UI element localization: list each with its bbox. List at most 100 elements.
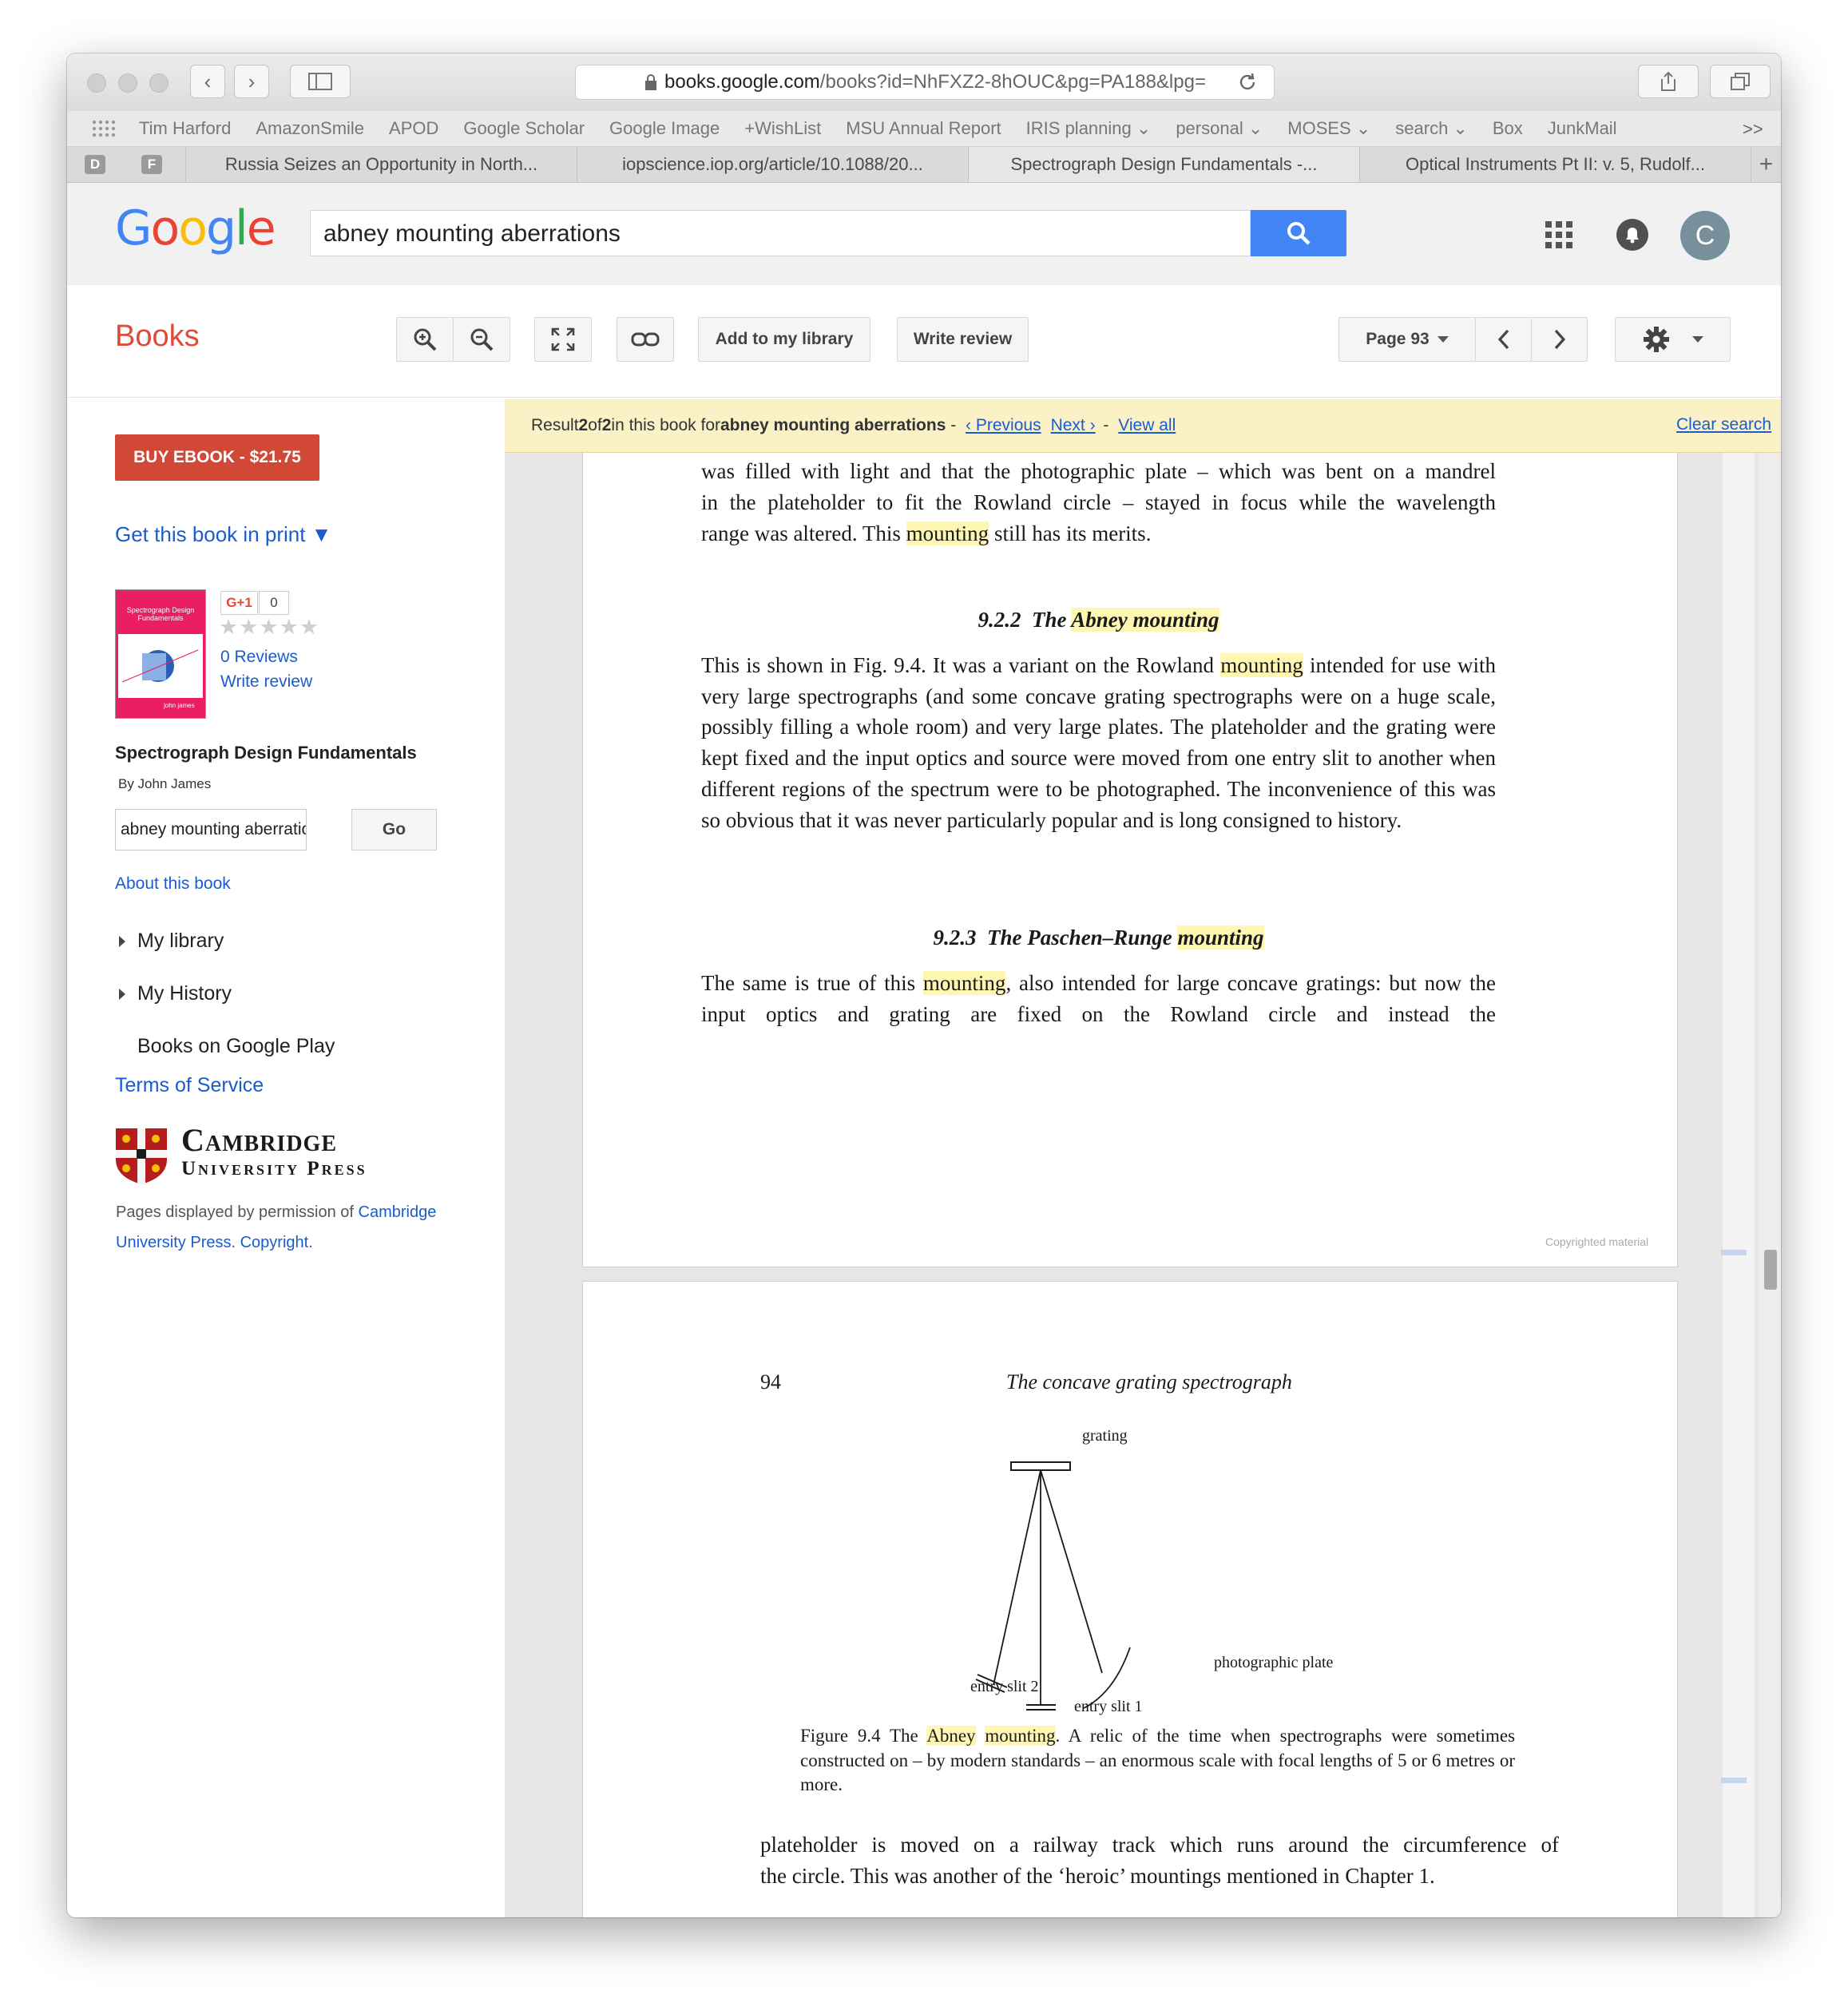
forward-button[interactable]: › <box>234 65 269 98</box>
close-window-button[interactable] <box>87 73 106 93</box>
bookmark-item[interactable]: +WishList <box>744 118 821 139</box>
previous-page-button[interactable] <box>1475 317 1532 362</box>
bookmarks-overflow-button[interactable]: >> <box>1743 119 1763 140</box>
fullscreen-button[interactable] <box>534 317 592 362</box>
tab-spectrograph[interactable]: Spectrograph Design Fundamentals -... <box>968 147 1359 182</box>
label-photographic-plate: photographic plate <box>1214 1654 1334 1671</box>
next-page-button[interactable] <box>1531 317 1588 362</box>
section-heading-9-2-3: 9.2.3 The Paschen–Runge mounting <box>701 926 1496 950</box>
university-press-wordmark: University Press <box>181 1158 367 1179</box>
new-tab-button[interactable]: + <box>1751 147 1781 182</box>
sidebar-toggle-button[interactable] <box>290 65 351 98</box>
lock-icon <box>645 74 656 90</box>
apps-grid-icon[interactable] <box>91 119 115 138</box>
bookmark-item[interactable]: Tim Harford <box>139 118 231 139</box>
terms-of-service-link[interactable]: Terms of Service <box>115 1074 264 1097</box>
books-title[interactable]: Books <box>115 319 200 354</box>
tab-overview-button[interactable] <box>1710 65 1771 98</box>
my-library-item[interactable]: My library <box>118 930 224 953</box>
text-run: range was altered. This <box>701 521 906 545</box>
page-text-line: was filled with light and that the photo… <box>701 459 1496 483</box>
google-header: Google abney mounting aberrations C <box>67 183 1781 285</box>
search-highlight: Abney mounting <box>1071 608 1219 632</box>
caret-right-icon <box>119 988 125 1000</box>
book-viewer[interactable]: was filled with light and that the photo… <box>505 399 1781 1917</box>
google-logo[interactable]: Google <box>115 200 276 256</box>
heading-text: The Paschen–Runge <box>986 926 1178 949</box>
my-history-item[interactable]: My History <box>118 982 232 1005</box>
zoom-out-button[interactable] <box>453 317 510 362</box>
next-result-link[interactable]: Next › <box>1051 416 1096 435</box>
logo-letter: e <box>246 200 276 256</box>
share-button[interactable] <box>1638 65 1699 98</box>
book-search-input[interactable]: abney mounting aberrations <box>115 809 307 850</box>
result-of: of <box>588 416 602 434</box>
search-highlight: mounting <box>906 521 989 545</box>
search-button[interactable] <box>1251 210 1346 256</box>
bookmark-item[interactable]: IRIS planning ⌄ <box>1026 118 1152 139</box>
my-history-label: My History <box>137 982 232 1005</box>
page-marker <box>1721 1250 1747 1255</box>
notifications-icon[interactable] <box>1616 219 1648 251</box>
zoom-in-button[interactable] <box>396 317 454 362</box>
minimize-window-button[interactable] <box>118 73 137 93</box>
scrollbar-track[interactable] <box>1759 399 1781 1917</box>
about-this-book-link[interactable]: About this book <box>115 874 231 894</box>
logo-letter: o <box>150 200 180 256</box>
pinned-tab[interactable]: D <box>85 155 105 174</box>
add-to-library-button[interactable]: Add to my library <box>698 317 870 362</box>
label-entry-slit-1: entry slit 1 <box>1074 1698 1143 1715</box>
search-highlight: mounting <box>922 971 1006 995</box>
search-input[interactable]: abney mounting aberrations <box>310 210 1251 256</box>
address-bar[interactable]: books.google.com/books?id=NhFXZ2-8hOUC&p… <box>575 65 1275 100</box>
link-button[interactable] <box>617 317 674 362</box>
search-result-bar: Result 2 of 2 in this book for abney mou… <box>505 399 1781 453</box>
chevron-left-icon: ‹ <box>204 69 212 93</box>
rating-stars[interactable]: ★★★★★ <box>219 615 319 640</box>
get-book-in-print-link[interactable]: Get this book in print ▼ <box>115 522 331 547</box>
bookmark-item[interactable]: Google Scholar <box>463 118 585 139</box>
logo-letter: o <box>178 200 208 256</box>
bookmark-item[interactable]: AmazonSmile <box>256 118 364 139</box>
tab-russia[interactable]: Russia Seizes an Opportunity in North... <box>185 147 577 182</box>
tab-iopscience[interactable]: iopscience.iop.org/article/10.1088/20... <box>577 147 968 182</box>
reload-icon[interactable] <box>1236 71 1259 97</box>
bookmark-item[interactable]: Google Image <box>609 118 720 139</box>
bookmark-item[interactable]: APOD <box>389 118 438 139</box>
google-apps-icon[interactable] <box>1545 221 1572 248</box>
bookmark-item[interactable]: JunkMail <box>1548 118 1617 139</box>
reviews-link[interactable]: 0 Reviews <box>220 648 298 667</box>
tab-optical-instruments[interactable]: Optical Instruments Pt II: v. 5, Rudolf.… <box>1359 147 1751 182</box>
paragraph-abney: This is shown in Fig. 9.4. It was a vari… <box>701 650 1496 835</box>
bookmark-item[interactable]: search ⌄ <box>1395 118 1468 139</box>
back-button[interactable]: ‹ <box>190 65 225 98</box>
bookmark-item[interactable]: Box <box>1493 118 1523 139</box>
page-select[interactable]: Page 93 <box>1338 317 1476 362</box>
fullscreen-icon <box>551 327 575 351</box>
page-select-label: Page 93 <box>1366 330 1430 348</box>
result-separator: - <box>946 416 962 434</box>
write-review-link[interactable]: Write review <box>220 672 312 692</box>
account-avatar[interactable]: C <box>1680 211 1730 260</box>
cambridge-wordmark: Cambridge <box>181 1122 338 1158</box>
scrollbar-thumb[interactable] <box>1764 1250 1777 1290</box>
bookmark-item[interactable]: personal ⌄ <box>1176 118 1263 139</box>
url-path: /books?id=NhFXZ2-8hOUC&pg=PA188&lpg= <box>819 71 1206 93</box>
page-text-line: in the plateholder to fit the Rowland ci… <box>701 490 1496 514</box>
bookmark-item[interactable]: MSU Annual Report <box>846 118 1001 139</box>
clear-search-link[interactable]: Clear search <box>1676 415 1771 434</box>
write-review-button[interactable]: Write review <box>897 317 1029 362</box>
bookmark-item[interactable]: MOSES ⌄ <box>1287 118 1370 139</box>
settings-button[interactable] <box>1615 317 1731 362</box>
previous-result-link[interactable]: ‹ Previous <box>966 416 1041 435</box>
book-cover[interactable]: Spectrograph Design Fundamentals john ja… <box>115 589 206 719</box>
buy-ebook-button[interactable]: BUY EBOOK - $21.75 <box>115 434 319 481</box>
pinned-tab[interactable]: F <box>141 155 162 174</box>
books-on-google-play-link[interactable]: Books on Google Play <box>137 1035 335 1058</box>
section-number: 9.2.2 <box>978 608 1021 632</box>
google-plus-one-button[interactable]: G+1 <box>220 591 258 615</box>
view-all-link[interactable]: View all <box>1118 416 1176 435</box>
copyright-link[interactable]: Copyright <box>240 1234 309 1251</box>
book-search-go-button[interactable]: Go <box>351 809 437 850</box>
zoom-window-button[interactable] <box>149 73 169 93</box>
